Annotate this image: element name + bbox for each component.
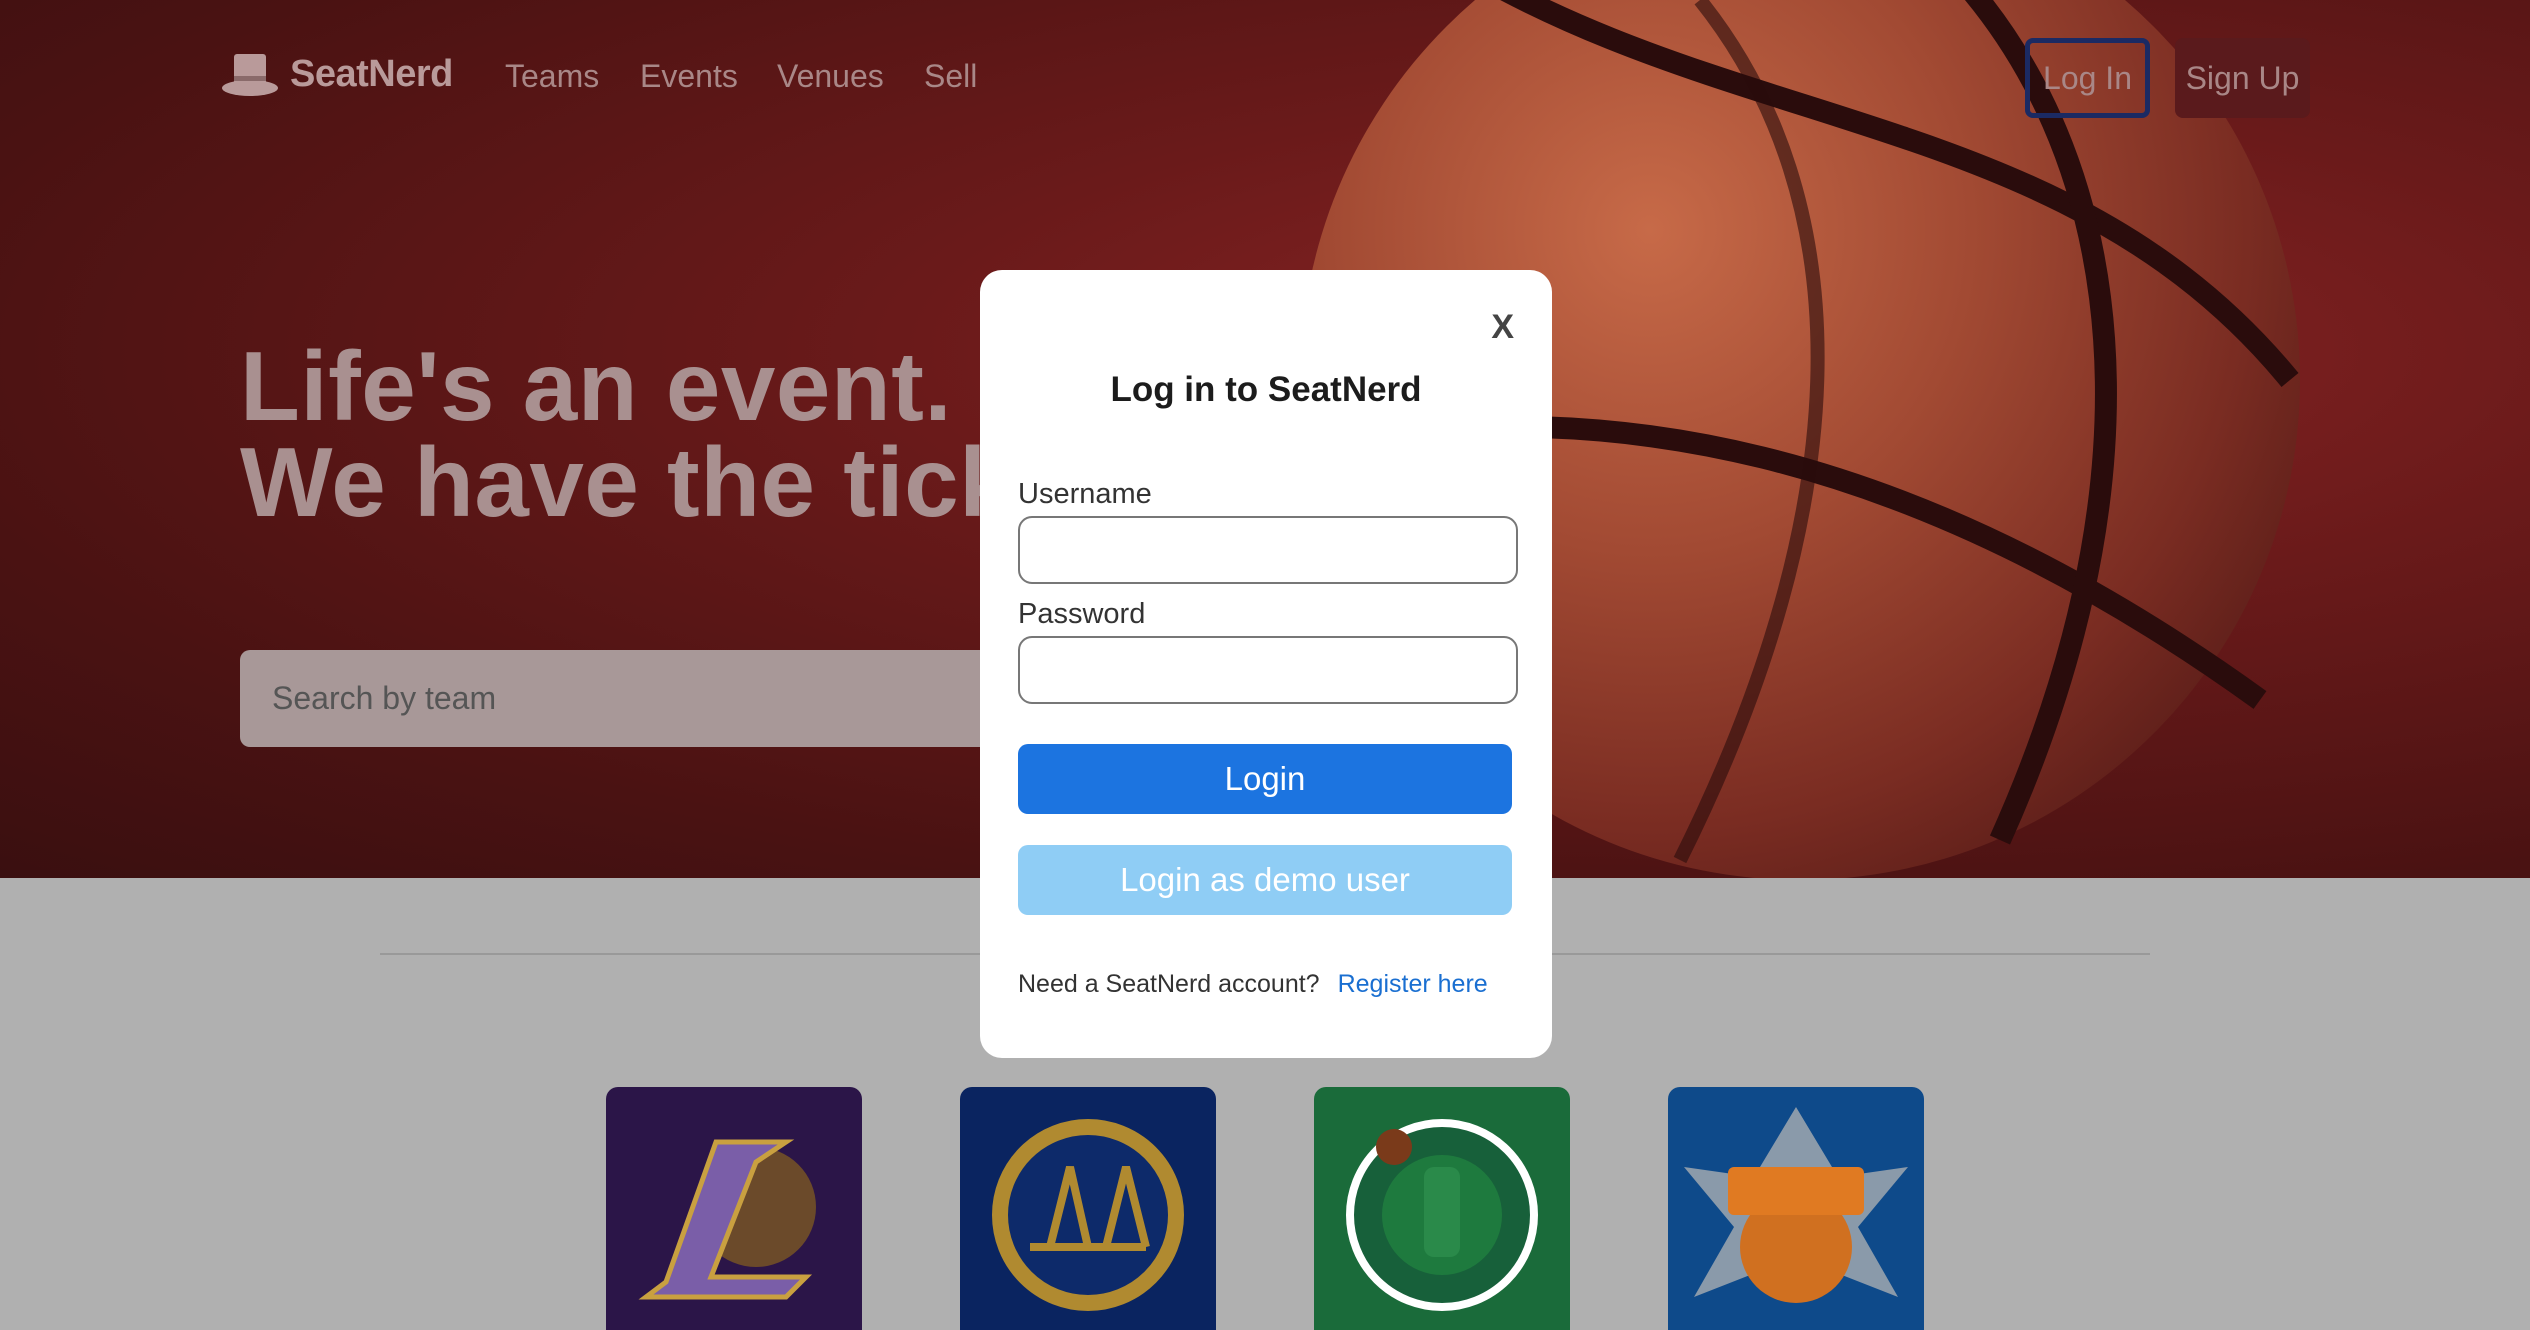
password-field[interactable] xyxy=(1018,636,1518,704)
register-prompt: Need a SeatNerd account? Register here xyxy=(1018,970,1488,999)
username-label: Username xyxy=(1018,478,1152,510)
register-prompt-text: Need a SeatNerd account? xyxy=(1018,970,1320,998)
modal-title: Log in to SeatNerd xyxy=(1110,370,1422,409)
register-link[interactable]: Register here xyxy=(1338,970,1488,998)
password-label: Password xyxy=(1018,598,1146,630)
login-button[interactable]: Login xyxy=(1018,744,1512,814)
login-modal: X Log in to SeatNerd Username Password L… xyxy=(980,270,1552,1058)
demo-login-button[interactable]: Login as demo user xyxy=(1018,845,1512,915)
username-field[interactable] xyxy=(1018,516,1518,584)
close-icon[interactable]: X xyxy=(1491,308,1514,347)
